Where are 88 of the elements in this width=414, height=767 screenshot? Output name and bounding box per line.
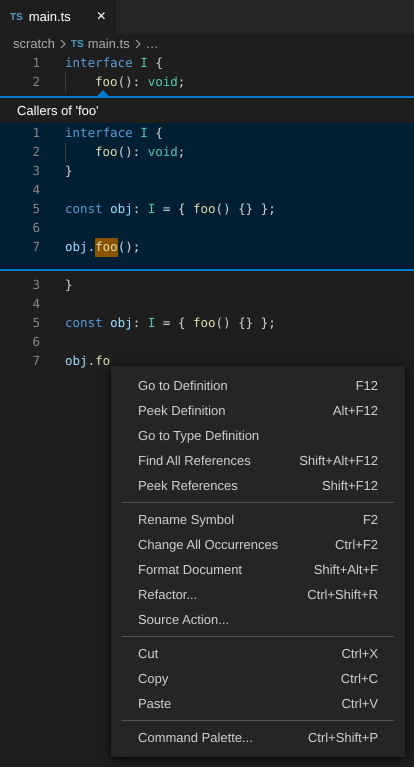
menu-item[interactable]: Copy Ctrl+C bbox=[111, 666, 405, 691]
code-token: : bbox=[132, 314, 142, 332]
code-token: foo bbox=[95, 238, 118, 257]
line-number: 7 bbox=[31, 238, 40, 256]
menu-item[interactable]: Paste Ctrl+V bbox=[111, 691, 405, 716]
line-number: 6 bbox=[31, 333, 40, 352]
menu-item[interactable]: Refactor... Ctrl+Shift+R bbox=[111, 582, 405, 607]
code-token: interface bbox=[65, 54, 134, 72]
menu-item[interactable]: Go to Type Definition bbox=[111, 423, 405, 448]
code-token: (); bbox=[118, 238, 140, 256]
code-token: { bbox=[155, 124, 163, 142]
code-token: foo bbox=[95, 73, 118, 91]
code-token: foo bbox=[95, 143, 118, 161]
line-number: 2 bbox=[31, 73, 40, 92]
shortcut-label: Ctrl+Shift+R bbox=[307, 586, 378, 604]
code-token: . bbox=[88, 352, 96, 370]
line-number: 5 bbox=[31, 314, 40, 332]
code-token: ; bbox=[178, 143, 186, 161]
code-token: fo bbox=[95, 352, 110, 370]
code-token: foo bbox=[192, 314, 216, 332]
shortcut-label: Ctrl+X bbox=[342, 644, 378, 663]
breadcrumb-item[interactable]: scratch bbox=[13, 34, 55, 54]
editor-tab[interactable]: TS main.ts × bbox=[0, 0, 116, 34]
line-number: 3 bbox=[31, 276, 40, 294]
tab-label: main.ts bbox=[28, 8, 72, 26]
line-number: 5 bbox=[31, 200, 40, 218]
menu-item[interactable]: Peek References Shift+F12 bbox=[111, 473, 405, 498]
shortcut-label: Ctrl+V bbox=[342, 694, 378, 713]
code-token: obj bbox=[110, 200, 133, 218]
shortcut-label: F2 bbox=[362, 510, 378, 529]
code-token: (): bbox=[118, 73, 142, 91]
shortcut-label: Ctrl+C bbox=[340, 670, 378, 688]
code-token: = { bbox=[162, 200, 186, 218]
shortcut-label: F12 bbox=[356, 376, 378, 395]
line-number: 1 bbox=[31, 124, 40, 142]
shortcut-label: Shift+Alt+F12 bbox=[299, 452, 378, 470]
shortcut-label: Ctrl+Shift+P bbox=[308, 728, 378, 747]
code-token: } bbox=[65, 162, 73, 180]
code-token: const bbox=[65, 314, 104, 332]
chevron-icon bbox=[134, 39, 142, 49]
line-number: 4 bbox=[31, 295, 40, 314]
menu-item[interactable]: Source Action... bbox=[111, 607, 405, 632]
code-token: const bbox=[65, 200, 104, 218]
code-token: void bbox=[148, 143, 178, 161]
code-token: = { bbox=[162, 314, 186, 332]
line-number: 4 bbox=[31, 181, 40, 200]
line-number: 6 bbox=[31, 219, 40, 238]
peek-title: Callers of 'foo' bbox=[17, 102, 99, 120]
code-token: obj bbox=[65, 238, 88, 256]
shortcut-label: Ctrl+F2 bbox=[335, 536, 378, 554]
menu-item[interactable]: Go to Definition F12 bbox=[111, 373, 405, 398]
shortcut-label: Shift+Alt+F bbox=[314, 560, 378, 579]
code-token: interface bbox=[65, 124, 134, 142]
code-token: { bbox=[155, 54, 163, 72]
code-token: () {} }; bbox=[216, 314, 276, 332]
typescript-icon: TS bbox=[10, 10, 23, 24]
typescript-icon: TS bbox=[70, 36, 84, 52]
menu-item[interactable]: Cut Ctrl+X bbox=[111, 641, 405, 666]
line-number: 3 bbox=[31, 162, 40, 180]
code-token: I bbox=[148, 314, 156, 332]
shortcut-label: Alt+F12 bbox=[332, 402, 378, 420]
menu-item[interactable]: Format Document Shift+Alt+F bbox=[111, 557, 405, 582]
line-number: 2 bbox=[31, 143, 40, 162]
code-token: () {} }; bbox=[216, 200, 276, 218]
code-token: foo bbox=[192, 200, 216, 218]
line-number: 1 bbox=[31, 54, 40, 72]
close-button[interactable]: × bbox=[96, 9, 106, 25]
code-token: void bbox=[148, 73, 178, 91]
menu-item[interactable]: Command Palette... Ctrl+Shift+P bbox=[111, 725, 405, 750]
code-token: I bbox=[140, 54, 149, 72]
code-token: I bbox=[148, 200, 156, 218]
code-token: (): bbox=[118, 143, 142, 161]
code-token: obj bbox=[110, 314, 133, 332]
menu-item[interactable]: Peek Definition Alt+F12 bbox=[111, 398, 405, 423]
menu-item[interactable]: Rename Symbol F2 bbox=[111, 507, 405, 532]
code-token: } bbox=[65, 276, 73, 294]
code-token: : bbox=[132, 200, 142, 218]
code-token: ; bbox=[178, 73, 186, 91]
menu-item[interactable]: Change All Occurrences Ctrl+F2 bbox=[111, 532, 405, 557]
chevron-icon bbox=[58, 39, 67, 49]
line-number: 7 bbox=[31, 352, 40, 370]
breadcrumb-item[interactable]: … bbox=[146, 34, 159, 54]
shortcut-label: Shift+F12 bbox=[322, 476, 378, 495]
breadcrumb-item[interactable]: main.ts bbox=[88, 34, 130, 54]
code-token: I bbox=[140, 124, 149, 142]
code-token: . bbox=[88, 238, 96, 256]
menu-item[interactable]: Find All References Shift+Alt+F12 bbox=[111, 448, 405, 473]
code-token: obj bbox=[65, 352, 88, 370]
